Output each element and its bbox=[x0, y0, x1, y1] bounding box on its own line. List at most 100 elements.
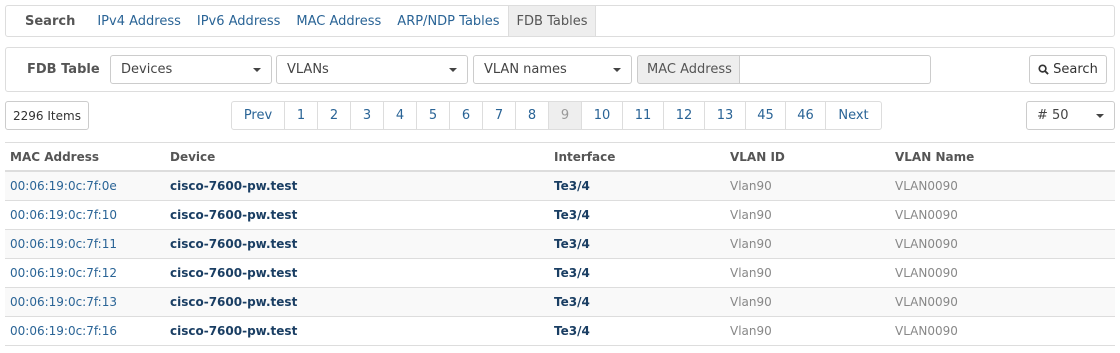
mac-link[interactable]: 00:06:19:0c:7f:10 bbox=[10, 208, 117, 222]
device-link[interactable]: cisco-7600-pw.test bbox=[170, 324, 297, 338]
mac-link[interactable]: 00:06:19:0c:7f:13 bbox=[10, 295, 117, 309]
per-page-value: # 50 bbox=[1037, 108, 1069, 123]
device-cell: cisco-7600-pw.test bbox=[165, 316, 549, 346]
col-header-vlan-name[interactable]: VLAN Name bbox=[890, 142, 1115, 172]
page-next[interactable]: Next bbox=[825, 101, 882, 130]
page-11[interactable]: 11 bbox=[622, 101, 664, 130]
page-5[interactable]: 5 bbox=[416, 101, 450, 130]
tab-ipv4-address[interactable]: IPv4 Address bbox=[89, 6, 189, 36]
interface-cell: Te3/4 bbox=[549, 171, 725, 201]
col-header-interface[interactable]: Interface bbox=[549, 142, 725, 172]
interface-link[interactable]: Te3/4 bbox=[554, 237, 590, 251]
caret-down-icon bbox=[613, 67, 621, 72]
table-row: 00:06:19:0c:7f:12 cisco-7600-pw.test Te3… bbox=[5, 258, 1115, 288]
device-link[interactable]: cisco-7600-pw.test bbox=[170, 266, 297, 280]
page-2[interactable]: 2 bbox=[317, 101, 351, 130]
vlans-select[interactable]: VLANs bbox=[276, 55, 468, 84]
page-13[interactable]: 13 bbox=[704, 101, 746, 130]
vlan-name-cell: VLAN0090 bbox=[890, 200, 1115, 230]
page-6[interactable]: 6 bbox=[449, 101, 483, 130]
mac-address-group: MAC Address bbox=[637, 55, 931, 84]
filter-label: FDB Table bbox=[27, 62, 100, 77]
vlan-id-cell: Vlan90 bbox=[725, 287, 890, 317]
tab-arp-ndp-tables[interactable]: ARP/NDP Tables bbox=[389, 6, 507, 36]
mac-cell: 00:06:19:0c:7f:0e bbox=[5, 171, 165, 201]
vlan-name-cell: VLAN0090 bbox=[890, 258, 1115, 288]
vlan-name-cell: VLAN0090 bbox=[890, 229, 1115, 259]
interface-link[interactable]: Te3/4 bbox=[554, 179, 590, 193]
fdb-filter-panel: FDB Table Devices VLANs VLAN names MAC A… bbox=[5, 47, 1115, 92]
page-1[interactable]: 1 bbox=[284, 101, 318, 130]
caret-down-icon bbox=[1096, 113, 1104, 118]
page-9[interactable]: 9 bbox=[548, 101, 582, 130]
page-46[interactable]: 46 bbox=[785, 101, 826, 130]
page-8[interactable]: 8 bbox=[515, 101, 549, 130]
interface-link[interactable]: Te3/4 bbox=[554, 324, 590, 338]
device-link[interactable]: cisco-7600-pw.test bbox=[170, 237, 297, 251]
item-count: 2296 Items bbox=[5, 101, 89, 130]
mac-address-input[interactable] bbox=[740, 55, 931, 84]
page-12[interactable]: 12 bbox=[663, 101, 705, 130]
page-prev[interactable]: Prev bbox=[231, 101, 285, 130]
device-cell: cisco-7600-pw.test bbox=[165, 171, 549, 201]
vlan-name-cell: VLAN0090 bbox=[890, 316, 1115, 346]
mac-cell: 00:06:19:0c:7f:16 bbox=[5, 316, 165, 346]
vlan-names-select[interactable]: VLAN names bbox=[473, 55, 632, 84]
mac-address-addon: MAC Address bbox=[637, 55, 740, 84]
page-7[interactable]: 7 bbox=[482, 101, 516, 130]
device-cell: cisco-7600-pw.test bbox=[165, 287, 549, 317]
vlans-select-value: VLANs bbox=[287, 62, 329, 77]
mac-cell: 00:06:19:0c:7f:13 bbox=[5, 287, 165, 317]
vlan-names-select-value: VLAN names bbox=[484, 62, 567, 77]
col-header-device[interactable]: Device bbox=[165, 142, 549, 172]
table-row: 00:06:19:0c:7f:16 cisco-7600-pw.test Te3… bbox=[5, 316, 1115, 346]
search-nav: Search IPv4 Address IPv6 Address MAC Add… bbox=[5, 5, 1115, 37]
devices-select[interactable]: Devices bbox=[110, 55, 272, 84]
caret-down-icon bbox=[449, 67, 457, 72]
page-45[interactable]: 45 bbox=[745, 101, 786, 130]
mac-link[interactable]: 00:06:19:0c:7f:0e bbox=[10, 179, 117, 193]
device-cell: cisco-7600-pw.test bbox=[165, 258, 549, 288]
interface-cell: Te3/4 bbox=[549, 258, 725, 288]
mac-link[interactable]: 00:06:19:0c:7f:12 bbox=[10, 266, 117, 280]
device-cell: cisco-7600-pw.test bbox=[165, 229, 549, 259]
page-10[interactable]: 10 bbox=[581, 101, 623, 130]
table-row: 00:06:19:0c:7f:11 cisco-7600-pw.test Te3… bbox=[5, 229, 1115, 259]
search-button-label: Search bbox=[1053, 62, 1098, 77]
devices-select-value: Devices bbox=[121, 62, 173, 77]
vlan-id-cell: Vlan90 bbox=[725, 258, 890, 288]
interface-cell: Te3/4 bbox=[549, 316, 725, 346]
vlan-id-cell: Vlan90 bbox=[725, 316, 890, 346]
pagination: Prev 1 2 3 4 5 6 7 8 9 10 11 12 13 45 46… bbox=[231, 101, 882, 130]
search-button[interactable]: Search bbox=[1029, 55, 1107, 84]
mac-cell: 00:06:19:0c:7f:10 bbox=[5, 200, 165, 230]
col-header-vlan-id[interactable]: VLAN ID bbox=[725, 142, 890, 172]
mac-link[interactable]: 00:06:19:0c:7f:11 bbox=[10, 237, 117, 251]
page-4[interactable]: 4 bbox=[383, 101, 417, 130]
interface-link[interactable]: Te3/4 bbox=[554, 208, 590, 222]
mac-cell: 00:06:19:0c:7f:11 bbox=[5, 229, 165, 259]
vlan-id-cell: Vlan90 bbox=[725, 200, 890, 230]
interface-cell: Te3/4 bbox=[549, 200, 725, 230]
tab-fdb-tables[interactable]: FDB Tables bbox=[507, 6, 597, 36]
vlan-id-cell: Vlan90 bbox=[725, 171, 890, 201]
search-icon bbox=[1038, 64, 1049, 75]
interface-cell: Te3/4 bbox=[549, 229, 725, 259]
table-header-row: MAC Address Device Interface VLAN ID VLA… bbox=[5, 142, 1115, 172]
page-3[interactable]: 3 bbox=[350, 101, 384, 130]
tab-ipv6-address[interactable]: IPv6 Address bbox=[189, 6, 289, 36]
fdb-table: MAC Address Device Interface VLAN ID VLA… bbox=[5, 142, 1115, 346]
tab-mac-address[interactable]: MAC Address bbox=[288, 6, 389, 36]
col-header-mac[interactable]: MAC Address bbox=[5, 142, 165, 172]
table-row: 00:06:19:0c:7f:0e cisco-7600-pw.test Te3… bbox=[5, 171, 1115, 201]
device-link[interactable]: cisco-7600-pw.test bbox=[170, 295, 297, 309]
device-link[interactable]: cisco-7600-pw.test bbox=[170, 179, 297, 193]
interface-link[interactable]: Te3/4 bbox=[554, 266, 590, 280]
vlan-id-cell: Vlan90 bbox=[725, 229, 890, 259]
per-page-select[interactable]: # 50 bbox=[1026, 101, 1115, 130]
mac-link[interactable]: 00:06:19:0c:7f:16 bbox=[10, 324, 117, 338]
interface-link[interactable]: Te3/4 bbox=[554, 295, 590, 309]
interface-cell: Te3/4 bbox=[549, 287, 725, 317]
device-cell: cisco-7600-pw.test bbox=[165, 200, 549, 230]
device-link[interactable]: cisco-7600-pw.test bbox=[170, 208, 297, 222]
